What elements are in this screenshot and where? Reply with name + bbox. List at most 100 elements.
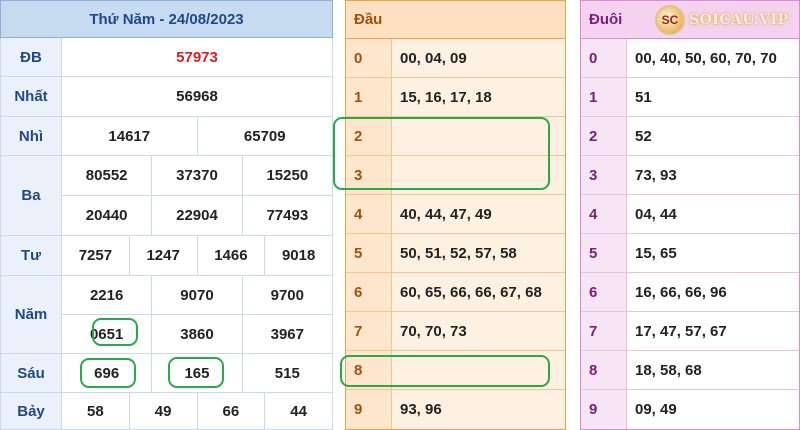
- tail-values: 09, 49: [635, 401, 677, 418]
- prize-value: 1466: [198, 236, 266, 275]
- tail-digit: 6: [581, 273, 627, 311]
- row-label: Tư: [0, 236, 62, 275]
- head-row-6: 6 60, 65, 66, 66, 67, 68: [346, 273, 565, 312]
- head-values: 93, 96: [400, 401, 442, 418]
- tail-values: 51: [635, 88, 652, 106]
- tail-digit: 5: [581, 234, 627, 272]
- row-fourth-prize: Tư 7257 1247 1466 9018: [0, 236, 333, 276]
- head-digit-panel: Đầu 0 00, 04, 09 1 15, 16, 17, 18 2 3 4 40,…: [345, 0, 566, 430]
- tail-digit: 3: [581, 156, 627, 194]
- tail-row-2: 2 52: [581, 117, 799, 156]
- prize-value: 20440: [62, 196, 153, 235]
- prize-value: 77493: [266, 207, 309, 224]
- head-digit: 1: [346, 78, 392, 116]
- prize-value: 66: [198, 393, 266, 429]
- tail-row-3: 3 73, 93: [581, 156, 799, 195]
- tail-digit: 8: [581, 351, 627, 389]
- head-values: [392, 351, 565, 389]
- tail-values: 17, 47, 57, 67: [635, 322, 727, 340]
- tail-digit: 7: [581, 312, 627, 350]
- prize-value: 9700: [270, 286, 304, 304]
- head-row-0: 0 00, 04, 09: [346, 39, 565, 78]
- tail-digit: 0: [581, 39, 627, 77]
- head-digit: 4: [346, 195, 392, 233]
- results-date-header: Thứ Năm - 24/08/2023: [0, 0, 333, 38]
- row-third-prize: Ba 80552 37370 15250 20440 22904 77493: [0, 156, 333, 236]
- row-special-prize: ĐB 57973: [0, 38, 333, 77]
- head-digit: 9: [346, 390, 392, 429]
- head-row-4: 4 40, 44, 47, 49: [346, 195, 565, 234]
- head-digit: 2: [346, 117, 392, 155]
- tail-row-7: 7 17, 47, 57, 67: [581, 312, 799, 351]
- prize-value: 15250: [266, 167, 309, 184]
- head-panel-title: Đầu: [346, 1, 565, 39]
- tail-values: 18, 58, 68: [635, 361, 702, 379]
- tail-values: 00, 40, 50, 60, 70, 70: [635, 49, 777, 67]
- prize-value: 44: [290, 402, 307, 420]
- tail-row-8: 8 18, 58, 68: [581, 351, 799, 390]
- logo-text: SOICAU.VIP: [689, 12, 789, 28]
- head-values: 70, 70, 73: [400, 322, 467, 340]
- head-values: 50, 51, 52, 57, 58: [400, 244, 517, 262]
- head-digit: 8: [346, 351, 392, 389]
- head-values: [392, 156, 565, 194]
- head-values: 00, 04, 09: [400, 49, 467, 67]
- head-digit: 6: [346, 273, 392, 311]
- head-digit: 7: [346, 312, 392, 350]
- prize-value: 0651: [62, 315, 153, 353]
- row-label: Nhì: [0, 117, 62, 155]
- head-values: 60, 65, 66, 66, 67, 68: [400, 283, 542, 301]
- head-digit: 0: [346, 39, 392, 77]
- head-row-5: 5 50, 51, 52, 57, 58: [346, 234, 565, 273]
- prize-value: 3860: [152, 315, 243, 353]
- prize-value: 9018: [281, 247, 316, 264]
- head-values: [392, 117, 565, 155]
- head-row-1: 1 15, 16, 17, 18: [346, 78, 565, 117]
- tail-digit-panel: Đuôi 0 00, 40, 50, 60, 70, 70 1 51 2 52 3 73…: [580, 0, 800, 430]
- row-first-prize: Nhất 56968: [0, 77, 333, 117]
- special-prize-value: 57973: [176, 48, 218, 66]
- lottery-results-table: Thứ Năm - 24/08/2023 ĐB 57973 Nhất 56968…: [0, 0, 333, 430]
- prize-value: 49: [130, 393, 198, 429]
- prize-value: 22904: [152, 196, 243, 235]
- logo-badge-icon: SC: [655, 5, 685, 35]
- prize-value: 3967: [270, 325, 304, 343]
- tail-digit: 9: [581, 390, 627, 429]
- head-row-7: 7 70, 70, 73: [346, 312, 565, 351]
- prize-value: 56968: [176, 88, 218, 105]
- row-label: ĐB: [0, 38, 62, 76]
- row-label: Nhất: [0, 77, 62, 116]
- prize-value: 1247: [130, 236, 198, 275]
- tail-row-1: 1 51: [581, 78, 799, 117]
- row-second-prize: Nhì 14617 65709: [0, 117, 333, 156]
- tail-values: 73, 93: [635, 166, 677, 184]
- prize-value: 2216: [62, 276, 153, 314]
- tail-values: 15, 65: [635, 244, 677, 262]
- head-row-3: 3: [346, 156, 565, 195]
- prize-value: 9070: [152, 276, 243, 314]
- tail-digit: 4: [581, 195, 627, 233]
- prize-value: 7257: [62, 236, 130, 275]
- prize-value: 37370: [152, 156, 243, 195]
- head-row-2: 2: [346, 117, 565, 156]
- prize-value: 14617: [62, 117, 198, 155]
- row-label: Ba: [0, 156, 62, 235]
- tail-digit: 2: [581, 117, 627, 155]
- tail-values: 16, 66, 66, 96: [635, 283, 727, 301]
- prize-value: 80552: [62, 156, 153, 195]
- row-label: Bảy: [0, 393, 62, 429]
- tail-values: 04, 44: [635, 205, 677, 223]
- prize-value: 696: [62, 354, 153, 392]
- prize-value: 515: [274, 364, 300, 382]
- head-digit: 5: [346, 234, 392, 272]
- row-label: Năm: [0, 276, 62, 353]
- prize-value: 58: [62, 393, 130, 429]
- row-sixth-prize: Sáu 696 165 515: [0, 354, 333, 393]
- tail-values: 52: [635, 127, 652, 145]
- tail-row-9: 9 09, 49: [581, 390, 799, 429]
- tail-row-5: 5 15, 65: [581, 234, 799, 273]
- head-values: 40, 44, 47, 49: [400, 205, 492, 223]
- head-values: 15, 16, 17, 18: [400, 88, 492, 106]
- tail-row-6: 6 16, 66, 66, 96: [581, 273, 799, 312]
- prize-value: 65709: [243, 127, 286, 145]
